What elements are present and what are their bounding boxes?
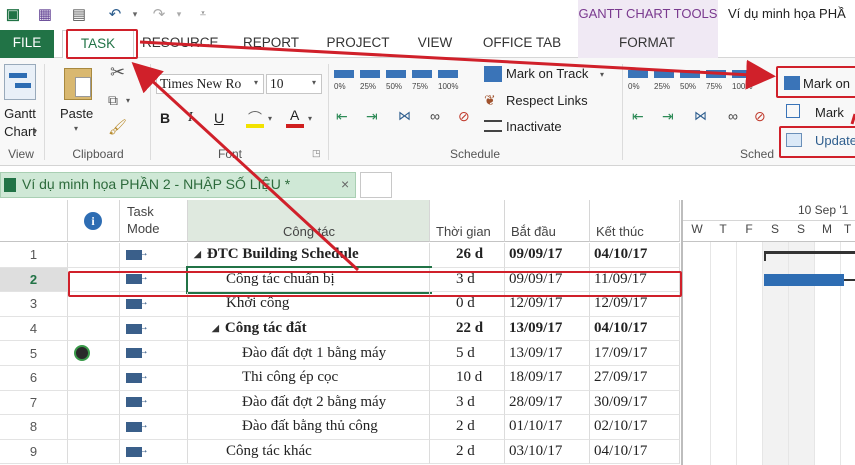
arrow-to-task-tab xyxy=(131,61,360,272)
arrow-to-mark-on-track xyxy=(139,40,776,90)
annotation-arrows xyxy=(131,40,855,272)
